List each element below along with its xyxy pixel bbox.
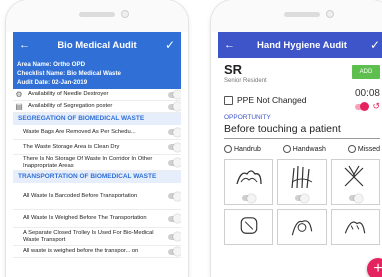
- step-toggle[interactable]: [242, 193, 257, 203]
- area-name: Area Name: Ortho OPD: [17, 61, 86, 68]
- item-toggle[interactable]: [168, 102, 181, 111]
- poster-icon: ▤: [15, 101, 23, 111]
- list-item: All waste is weighed before the transpor…: [13, 246, 181, 258]
- palm-to-palm-icon: [236, 170, 262, 185]
- step-cell: [277, 159, 327, 205]
- list-item: Waste Bags Are Removed As Per Schedu...: [13, 125, 181, 140]
- needle-destroyer-icon: ⚙: [15, 89, 23, 99]
- moment-dropdown[interactable]: Before touching a patient: [224, 123, 380, 139]
- check-icon[interactable]: ✓: [159, 38, 175, 52]
- back-of-hands-icon: [291, 165, 313, 189]
- radio-icon[interactable]: [347, 145, 356, 153]
- option-label: Missed: [357, 145, 380, 153]
- option-handrub[interactable]: Handrub: [224, 145, 261, 153]
- page-title: Hand Hygiene Audit: [257, 39, 347, 51]
- add-button[interactable]: ADD: [352, 65, 380, 79]
- app-bar: ← Hand Hygiene Audit ✓: [218, 32, 382, 58]
- step-toggle[interactable]: [295, 193, 310, 203]
- step-cell: [224, 159, 274, 205]
- timer-toggle[interactable]: [355, 102, 370, 111]
- audit-info: Area Name: Ortho OPD Checklist Name: Bio…: [13, 58, 181, 89]
- option-handwash[interactable]: Handwash: [282, 145, 326, 153]
- timer-readout: 00:08: [354, 88, 380, 99]
- check-icon[interactable]: ✓: [364, 38, 380, 52]
- item-label: There Is No Storage Of Waste In Corridor…: [23, 155, 153, 169]
- list-item: ⚙ Availability of Needle Destroyer: [13, 89, 181, 101]
- step-cell: [330, 159, 380, 205]
- back-arrow-icon[interactable]: ←: [224, 39, 240, 51]
- list-item: All Waste Is Barcoded Before Transportat…: [13, 183, 181, 210]
- radio-icon[interactable]: [282, 145, 291, 153]
- opportunity-label: OPPORTUNITY: [224, 114, 271, 121]
- item-toggle[interactable]: [168, 191, 181, 201]
- section-header: SEGREGATION OF BIOMEDICAL WASTE: [13, 113, 181, 125]
- steps-grid: [218, 153, 382, 245]
- ppe-checkbox[interactable]: [224, 95, 233, 105]
- step-toggle[interactable]: [348, 193, 363, 203]
- item-label: All waste is weighed before the transpor…: [23, 248, 139, 254]
- step-cell: [330, 209, 380, 245]
- item-toggle[interactable]: [168, 158, 181, 167]
- phone-bezel: [211, 0, 382, 32]
- thumb-rub-icon: [291, 220, 313, 236]
- item-toggle[interactable]: [168, 247, 181, 256]
- hand-hygiene-screen: ← Hand Hygiene Audit ✓ SR Senior Residen…: [218, 32, 382, 277]
- item-label: Availability of Segregation poster: [28, 103, 113, 109]
- checklist-name: Checklist Name: Bio Medical Waste: [17, 70, 121, 77]
- app-bar: ← Bio Medical Audit ✓: [13, 32, 181, 58]
- speaker-icon: [79, 12, 115, 17]
- item-toggle[interactable]: [168, 142, 181, 152]
- bio-medical-screen: ← Bio Medical Audit ✓ Area Name: Ortho O…: [13, 32, 181, 277]
- step-cell: [224, 209, 274, 245]
- right-phone: ← Hand Hygiene Audit ✓ SR Senior Residen…: [211, 0, 382, 277]
- list-item: The Waste Storage Area is Clean Dry: [13, 140, 181, 155]
- reset-icon[interactable]: ↺: [372, 101, 380, 112]
- item-label: Waste Bags Are Removed As Per Schedu...: [23, 128, 136, 135]
- camera-icon: [326, 10, 334, 18]
- section-header: TRANSPORTATION OF BIOMEDICAL WASTE: [13, 171, 181, 183]
- item-toggle[interactable]: [168, 127, 181, 137]
- camera-icon: [121, 10, 129, 18]
- item-toggle[interactable]: [168, 214, 181, 223]
- item-label: A Separate Closed Trolley Is Used For Bi…: [23, 229, 154, 243]
- staff-row: SR Senior Resident ADD: [218, 58, 382, 84]
- list-item: All Waste Is Weighed Before The Transpor…: [13, 210, 181, 228]
- item-label: All Waste Is Weighed Before The Transpor…: [23, 215, 147, 221]
- ppe-label: PPE Not Changed: [237, 95, 307, 105]
- item-toggle[interactable]: [168, 90, 181, 99]
- option-label: Handwash: [292, 145, 326, 153]
- speaker-icon: [284, 12, 320, 17]
- left-phone: ← Bio Medical Audit ✓ Area Name: Ortho O…: [6, 0, 188, 277]
- add-fab-button[interactable]: +: [367, 258, 382, 277]
- back-arrow-icon[interactable]: ←: [19, 39, 35, 51]
- list-item: There Is No Storage Of Waste In Corridor…: [13, 155, 181, 171]
- list-item: ▤ Availability of Segregation poster: [13, 101, 181, 113]
- item-toggle[interactable]: [168, 232, 181, 241]
- item-label: All Waste Is Barcoded Before Transportat…: [23, 192, 138, 199]
- ppe-row: PPE Not Changed 00:08 ↺: [218, 84, 382, 112]
- action-options: Handrub Handwash Missed: [218, 139, 382, 153]
- audit-date: Audit Date: 02-Jan-2019: [17, 79, 88, 86]
- option-label: Handrub: [234, 145, 261, 153]
- staff-initials: SR: [224, 62, 243, 77]
- fingers-interlaced-icon: [344, 165, 364, 187]
- page-title: Bio Medical Audit: [57, 39, 137, 51]
- item-label: The Waste Storage Area is Clean Dry: [23, 143, 120, 150]
- step-cell: [277, 209, 327, 245]
- list-item: A Separate Closed Trolley Is Used For Bi…: [13, 228, 181, 246]
- radio-icon[interactable]: [224, 145, 232, 153]
- staff-role: Senior Resident: [224, 78, 267, 84]
- timer-box: 00:08 ↺: [355, 88, 380, 112]
- option-missed[interactable]: Missed: [347, 145, 380, 153]
- item-label: Availability of Needle Destroyer: [28, 91, 109, 97]
- backs-of-fingers-icon: [240, 217, 257, 234]
- timer-controls: ↺: [355, 101, 380, 112]
- fingertips-rub-icon: [345, 221, 366, 234]
- phone-bezel: [6, 0, 188, 32]
